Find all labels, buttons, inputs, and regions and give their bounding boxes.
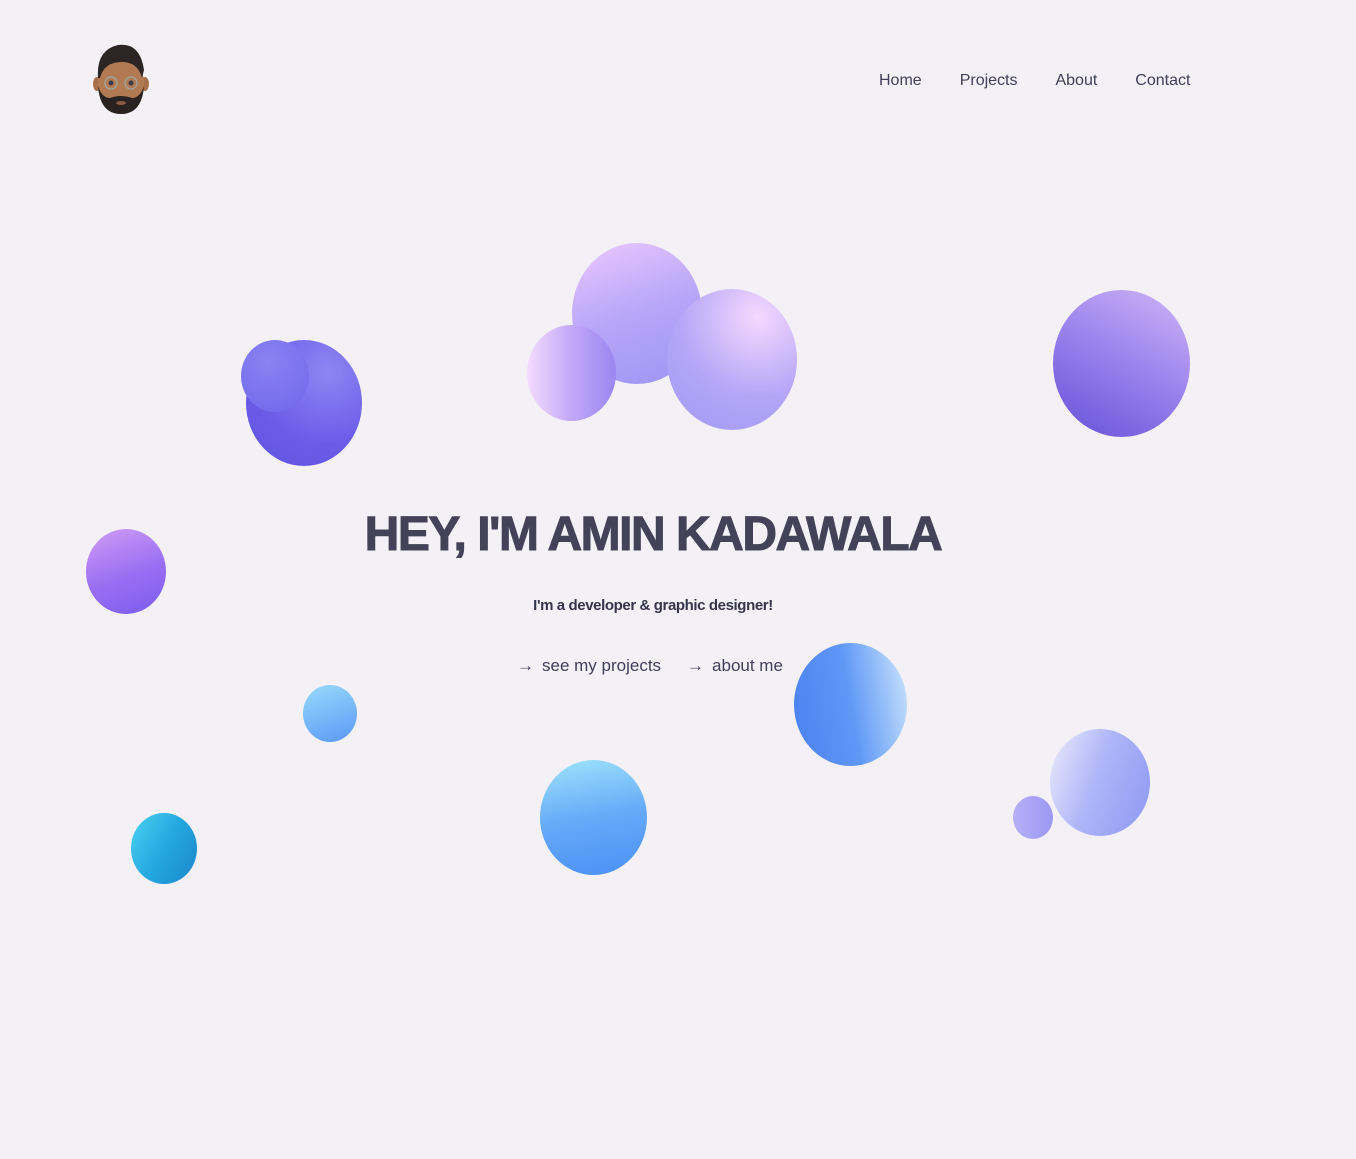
bubble-decoration <box>303 685 357 742</box>
nav-contact[interactable]: Contact <box>1135 72 1190 90</box>
hero-title: HEY, I'M AMIN KADAWALA <box>364 508 943 562</box>
bubble-decoration <box>131 813 197 884</box>
nav-home[interactable]: Home <box>879 72 922 90</box>
arrow-right-icon: → <box>517 656 534 675</box>
bubble-decoration <box>1013 796 1053 839</box>
bubble-decoration <box>241 340 309 412</box>
bubble-decoration <box>667 289 797 430</box>
arrow-right-icon: → <box>687 656 705 675</box>
nav-projects[interactable]: Projects <box>960 72 1018 90</box>
hero-subtitle: I'm a developer & graphic designer! <box>533 597 773 614</box>
hero-links: → see my projects → about me <box>517 656 783 676</box>
link-label: see my projects <box>542 656 662 675</box>
bubble-decoration <box>540 760 647 875</box>
main-nav: Home Projects About Contact <box>879 72 1190 90</box>
nav-about[interactable]: About <box>1055 72 1097 90</box>
bubble-decoration <box>1050 729 1150 836</box>
about-me-link[interactable]: → about me <box>687 656 783 676</box>
memoji-avatar-icon <box>93 44 149 114</box>
see-projects-link[interactable]: → see my projects <box>517 656 661 676</box>
link-label: about me <box>712 656 783 675</box>
bubble-decoration <box>1053 290 1190 437</box>
bubble-decoration <box>794 643 907 766</box>
avatar-logo[interactable] <box>92 40 150 116</box>
bubble-decoration <box>527 325 616 421</box>
